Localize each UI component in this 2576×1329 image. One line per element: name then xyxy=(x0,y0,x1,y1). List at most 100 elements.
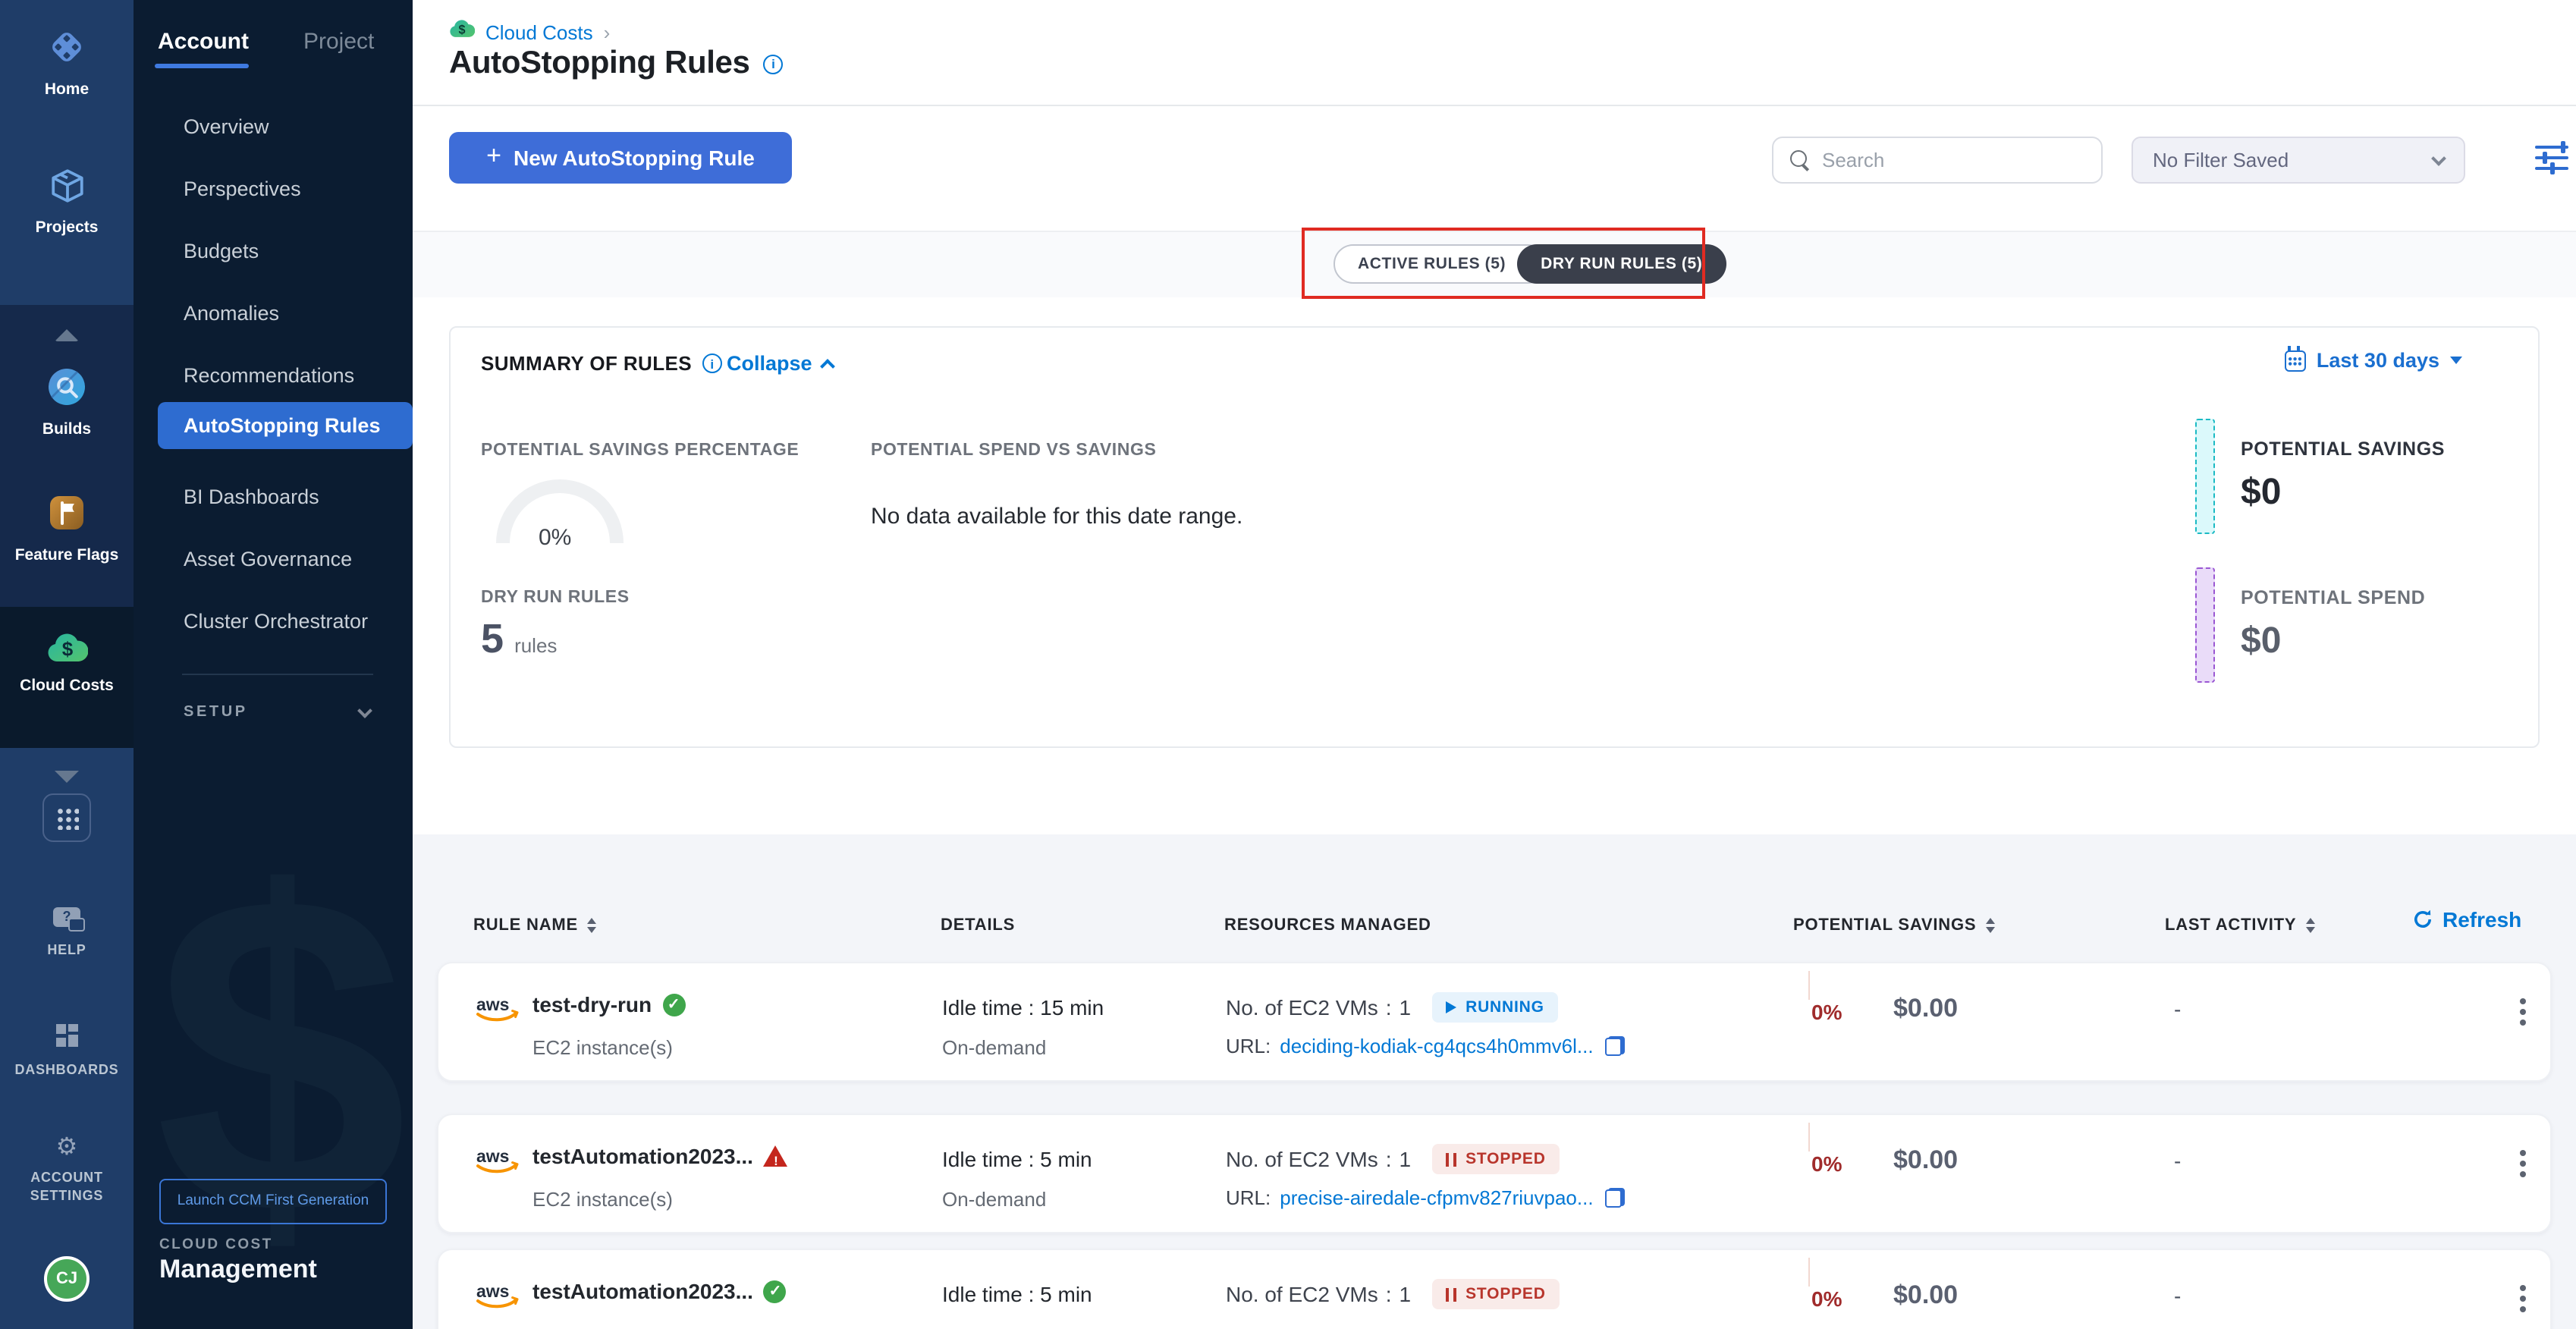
aws-logo-icon: aws xyxy=(475,994,520,1032)
sort-icon[interactable] xyxy=(587,919,596,933)
breadcrumb-cloud-costs-link[interactable]: Cloud Costs xyxy=(485,20,593,43)
summary-title-row: SUMMARY OF RULES i xyxy=(481,352,722,375)
row-menu-kebab-icon[interactable] xyxy=(2520,1150,2526,1156)
table-row[interactable]: aws testAutomation2023... EC2 instance(s… xyxy=(437,1114,2552,1233)
nav-item-bi-dashboards[interactable]: BI Dashboards xyxy=(184,485,319,508)
summary-card: SUMMARY OF RULES i Collapse Last 30 days… xyxy=(449,326,2540,748)
tab-account[interactable]: Account xyxy=(158,29,249,55)
sidebar-item-dashboards[interactable]: DASHBOARDS xyxy=(0,1024,134,1079)
breadcrumb-separator: › xyxy=(604,20,611,43)
potential-spend-value: $0 xyxy=(2241,621,2281,663)
nav-footer-title: Management xyxy=(159,1255,317,1285)
nav-divider xyxy=(182,674,373,675)
sidebar-user[interactable]: CJ xyxy=(0,1256,134,1302)
col-last-activity[interactable]: LAST ACTIVITY xyxy=(2165,916,2314,935)
copy-icon[interactable] xyxy=(1606,1188,1626,1208)
new-autostopping-rule-button[interactable]: + New AutoStopping Rule xyxy=(449,132,792,184)
row-menu-kebab-icon[interactable] xyxy=(2520,1285,2526,1291)
idle-time: Idle time : 15 min xyxy=(942,995,1104,1020)
nav-item-recommendations[interactable]: Recommendations xyxy=(184,364,354,387)
sort-icon[interactable] xyxy=(1985,919,1994,933)
avatar: CJ xyxy=(44,1256,90,1302)
rule-name[interactable]: test-dry-run ✓ xyxy=(532,992,685,1016)
nav-item-cluster-orchestrator[interactable]: Cluster Orchestrator xyxy=(184,610,368,633)
rule-url-link[interactable]: deciding-kodiak-cg4qcs4h0mmv6l... xyxy=(1280,1035,1593,1057)
vm-count: 1 xyxy=(1400,995,1412,1020)
nav-item-anomalies[interactable]: Anomalies xyxy=(184,302,279,325)
copy-icon[interactable] xyxy=(1606,1036,1626,1056)
summary-info-icon[interactable]: i xyxy=(702,353,722,373)
saved-filter-select[interactable]: No Filter Saved xyxy=(2131,137,2465,184)
status-badge: STOPPED xyxy=(1432,1279,1560,1309)
savings-amount: $0.00 xyxy=(1893,1145,1958,1176)
table-row[interactable]: aws test-dry-run ✓ EC2 instance(s) Idle … xyxy=(437,962,2552,1082)
cloud-costs-icon: $ xyxy=(46,631,87,671)
rule-subtitle: EC2 instance(s) xyxy=(532,1188,673,1211)
table-row[interactable]: aws testAutomation2023... ✓ Idle time : … xyxy=(437,1249,2552,1329)
svg-text:aws: aws xyxy=(476,1146,509,1166)
col-rule-name[interactable]: RULE NAME xyxy=(473,916,596,935)
dry-run-rules-unit: rules xyxy=(514,634,557,657)
sort-icon[interactable] xyxy=(2305,919,2314,933)
sidebar-item-projects[interactable]: Projects xyxy=(0,167,134,237)
sidebar-item-home[interactable]: Home xyxy=(0,27,134,99)
sidebar-item-account-settings[interactable]: ⚙ ACCOUNT SETTINGS xyxy=(0,1135,134,1205)
warning-triangle-icon xyxy=(764,1145,788,1167)
main-content: $ Cloud Costs › AutoStopping Rules i + N… xyxy=(413,0,2576,1329)
resources-line: No. of EC2 VMs : 1 STOPPED xyxy=(1226,1144,1560,1174)
potential-spend-bar xyxy=(2195,567,2215,683)
sidebar-feature-flags-label: Feature Flags xyxy=(0,546,134,564)
builds-icon xyxy=(47,367,86,414)
launch-ccm-first-gen-button[interactable]: Launch CCM First Generation xyxy=(159,1179,387,1224)
refresh-link[interactable]: Refresh xyxy=(2412,907,2521,932)
svg-text:$: $ xyxy=(61,637,73,660)
sidebar-module-picker[interactable] xyxy=(0,793,134,842)
idle-time: Idle time : 5 min xyxy=(942,1282,1092,1306)
filter-panel-icon[interactable] xyxy=(2535,146,2568,174)
sidebar-home-label: Home xyxy=(0,80,134,99)
sidebar-item-cloud-costs[interactable]: $ Cloud Costs xyxy=(0,631,134,695)
sidebar-item-help[interactable]: HELP xyxy=(0,907,134,960)
nav-panel: $ Account Project Overview Perspectives … xyxy=(134,0,413,1329)
collapse-chevron-up-icon xyxy=(821,359,836,374)
nav-item-overview[interactable]: Overview xyxy=(184,115,269,138)
savings-pct-tick xyxy=(1808,1258,1810,1287)
last-activity: - xyxy=(2174,997,2181,1021)
last-activity: - xyxy=(2174,1283,2181,1308)
svg-text:aws: aws xyxy=(476,1281,509,1301)
sidebar-item-builds[interactable]: Builds xyxy=(0,367,134,438)
nav-footer-eyebrow: CLOUD COST xyxy=(159,1236,273,1253)
nav-item-budgets[interactable]: Budgets xyxy=(184,240,259,262)
search-input[interactable] xyxy=(1822,149,2089,171)
nav-item-asset-governance[interactable]: Asset Governance xyxy=(184,548,352,570)
svg-text:$: $ xyxy=(459,24,466,37)
setup-chevron-down-icon[interactable] xyxy=(357,703,372,718)
resources-line: No. of EC2 VMs : 1 STOPPED xyxy=(1226,1279,1560,1309)
tab-project[interactable]: Project xyxy=(303,29,374,55)
chevron-up-icon xyxy=(55,329,79,341)
potential-spend-label: POTENTIAL SPEND xyxy=(2241,587,2425,608)
sidebar-collapse-down[interactable] xyxy=(0,763,134,790)
potential-savings-bar xyxy=(2195,419,2215,534)
row-menu-kebab-icon[interactable] xyxy=(2520,998,2526,1004)
savings-amount: $0.00 xyxy=(1893,994,1958,1024)
title-info-icon[interactable]: i xyxy=(763,54,783,74)
projects-icon xyxy=(48,167,86,212)
header-divider xyxy=(413,105,2576,106)
nav-setup-label[interactable]: SETUP xyxy=(184,704,248,721)
collapse-label: Collapse xyxy=(727,352,812,375)
sidebar-collapse-up[interactable] xyxy=(0,322,134,349)
col-potential-savings[interactable]: POTENTIAL SAVINGS xyxy=(1793,916,1994,935)
sidebar-item-feature-flags[interactable]: Feature Flags xyxy=(0,493,134,564)
refresh-label: Refresh xyxy=(2442,907,2521,932)
vm-count: 1 xyxy=(1400,1147,1412,1171)
savings-amount: $0.00 xyxy=(1893,1280,1958,1311)
rule-name[interactable]: testAutomation2023... xyxy=(532,1144,788,1168)
nav-item-perspectives[interactable]: Perspectives xyxy=(184,178,301,200)
rule-url-link[interactable]: precise-airedale-cfpmv827riuvpao... xyxy=(1280,1186,1593,1209)
rule-name[interactable]: testAutomation2023... ✓ xyxy=(532,1279,787,1303)
dry-run-rules-label: DRY RUN RULES xyxy=(481,589,630,607)
date-range-select[interactable]: Last 30 days xyxy=(2285,349,2462,372)
collapse-link[interactable]: Collapse xyxy=(727,352,834,375)
savings-pct-tick xyxy=(1808,1123,1810,1151)
